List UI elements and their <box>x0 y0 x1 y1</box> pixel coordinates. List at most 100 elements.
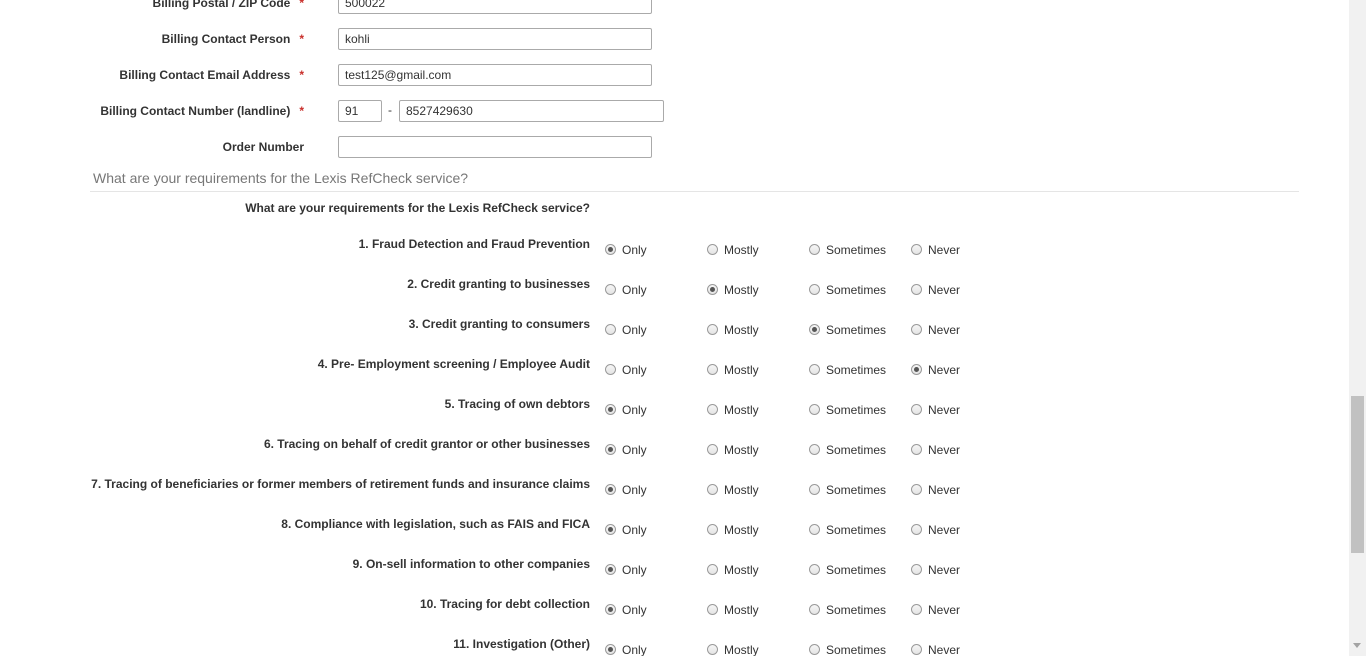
order-number-input[interactable] <box>338 136 652 158</box>
radio-never[interactable] <box>911 364 922 375</box>
radio-mostly[interactable] <box>707 604 718 615</box>
question-label: 10. Tracing for debt collection <box>419 597 590 611</box>
scrollbar-thumb[interactable] <box>1351 396 1364 553</box>
radio-mostly[interactable] <box>707 284 718 295</box>
radio-only[interactable] <box>605 364 616 375</box>
question-row: 9. On-sell information to other companie… <box>0 556 1349 586</box>
radio-only[interactable] <box>605 564 616 575</box>
radio-sometimes[interactable] <box>809 244 820 255</box>
vertical-scrollbar[interactable] <box>1349 0 1366 656</box>
radio-sometimes[interactable] <box>809 604 820 615</box>
billing-email-input[interactable]: test125@gmail.com <box>338 64 652 86</box>
radio-sometimes[interactable] <box>809 644 820 655</box>
radio-only[interactable] <box>605 404 616 415</box>
option-label: Only <box>622 643 647 656</box>
radio-mostly[interactable] <box>707 644 718 655</box>
option-label: Only <box>622 363 647 377</box>
radio-never[interactable] <box>911 404 922 415</box>
radio-only[interactable] <box>605 244 616 255</box>
question-row: 3. Credit granting to consumers Only Mostl… <box>0 316 1349 346</box>
radio-sometimes[interactable] <box>809 564 820 575</box>
billing-contact-person-input[interactable]: kohli <box>338 28 652 50</box>
billing-email-label: Billing Contact Email Address * <box>119 68 304 82</box>
billing-phone-code-input[interactable]: 91 <box>338 100 382 122</box>
radio-mostly[interactable] <box>707 244 718 255</box>
required-marker: * <box>299 68 304 82</box>
radio-never[interactable] <box>911 244 922 255</box>
option-label: Only <box>622 403 647 417</box>
question-label: 2. Credit granting to businesses <box>407 277 590 291</box>
option-label: Only <box>622 603 647 617</box>
radio-never[interactable] <box>911 284 922 295</box>
billing-postal-row: Billing Postal / ZIP Code * 500022 <box>0 0 1349 16</box>
radio-mostly[interactable] <box>707 524 718 535</box>
question-label: 7. Tracing of beneficiaries or former me… <box>91 477 590 491</box>
option-label: Mostly <box>724 323 759 337</box>
billing-phone-row: Billing Contact Number (landline) * 91 - … <box>0 100 1349 124</box>
option-label: Mostly <box>724 283 759 297</box>
billing-postal-input[interactable]: 500022 <box>338 0 652 14</box>
question-label: 9. On-sell information to other companie… <box>352 557 590 571</box>
option-label: Sometimes <box>826 483 887 497</box>
radio-sometimes[interactable] <box>809 404 820 415</box>
radio-mostly[interactable] <box>707 364 718 375</box>
question-row: 1. Fraud Detection and Fraud Prevention O… <box>0 236 1349 266</box>
radio-sometimes[interactable] <box>809 444 820 455</box>
radio-only[interactable] <box>605 484 616 495</box>
radio-sometimes[interactable] <box>809 364 820 375</box>
question-label: 11. Investigation (Other) <box>453 637 590 651</box>
radio-mostly[interactable] <box>707 404 718 415</box>
radio-never[interactable] <box>911 484 922 495</box>
radio-only[interactable] <box>605 644 616 655</box>
radio-only[interactable] <box>605 324 616 335</box>
billing-contact-person-label: Billing Contact Person * <box>161 32 304 46</box>
radio-mostly[interactable] <box>707 484 718 495</box>
radio-never[interactable] <box>911 564 922 575</box>
radio-mostly[interactable] <box>707 564 718 575</box>
option-label: Mostly <box>724 443 759 457</box>
radio-mostly[interactable] <box>707 444 718 455</box>
option-label: Never <box>928 323 961 337</box>
radio-only[interactable] <box>605 284 616 295</box>
option-label: Only <box>622 483 647 497</box>
question-label: 6. Tracing on behalf of credit grantor o… <box>263 437 590 451</box>
required-marker: * <box>299 32 304 46</box>
question-row: 10. Tracing for debt collection Only Mostl… <box>0 596 1349 626</box>
phone-separator: - <box>388 103 392 117</box>
question-label: 5. Tracing of own debtors <box>444 397 590 411</box>
radio-only[interactable] <box>605 524 616 535</box>
radio-never[interactable] <box>911 524 922 535</box>
order-number-label: Order Number <box>222 140 304 154</box>
option-label: Never <box>928 483 961 497</box>
radio-never[interactable] <box>911 644 922 655</box>
question-row: 7. Tracing of beneficiaries or former me… <box>0 476 1349 506</box>
radio-sometimes[interactable] <box>809 284 820 295</box>
scroll-down-arrow-icon[interactable] <box>1353 643 1361 648</box>
question-row: 6. Tracing on behalf of credit grantor o… <box>0 436 1349 466</box>
question-row: 2. Credit granting to businesses Only Most… <box>0 276 1349 306</box>
option-label: Sometimes <box>826 643 887 656</box>
radio-never[interactable] <box>911 324 922 335</box>
radio-only[interactable] <box>605 604 616 615</box>
radio-sometimes[interactable] <box>809 524 820 535</box>
required-marker: * <box>299 104 304 118</box>
option-label: Mostly <box>724 243 759 257</box>
option-label: Never <box>928 603 961 617</box>
option-label: Sometimes <box>826 603 887 617</box>
option-label: Mostly <box>724 483 759 497</box>
radio-never[interactable] <box>911 444 922 455</box>
order-number-row: Order Number <box>0 136 1349 160</box>
radio-only[interactable] <box>605 444 616 455</box>
billing-phone-number-input[interactable]: 8527429630 <box>399 100 664 122</box>
option-label: Sometimes <box>826 443 887 457</box>
option-label: Only <box>622 323 647 337</box>
option-label: Never <box>928 443 961 457</box>
radio-sometimes[interactable] <box>809 324 820 335</box>
form-page: Billing Postal / ZIP Code * 500022 Billin… <box>0 0 1349 656</box>
option-label: Only <box>622 563 647 577</box>
option-label: Sometimes <box>826 523 887 537</box>
radio-never[interactable] <box>911 604 922 615</box>
option-label: Sometimes <box>826 283 887 297</box>
radio-mostly[interactable] <box>707 324 718 335</box>
radio-sometimes[interactable] <box>809 484 820 495</box>
